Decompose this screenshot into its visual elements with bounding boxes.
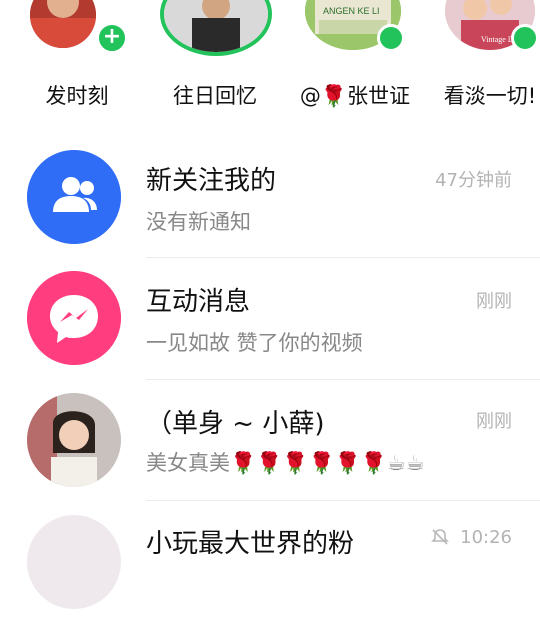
mute-icon: [431, 528, 449, 546]
list-item-interactions[interactable]: 互动消息 一见如故 赞了你的视频 刚刚: [0, 271, 540, 392]
svg-text:ANGEN KE LI: ANGEN KE LI: [323, 6, 380, 16]
avatar: [27, 515, 121, 609]
divider: [146, 379, 540, 380]
row-subtitle: 一见如故 赞了你的视频: [146, 331, 363, 355]
row-time: 47分钟前: [435, 170, 512, 191]
online-status-icon: [377, 24, 405, 52]
row-time: 刚刚: [476, 411, 512, 432]
story-label: 往日回忆: [173, 84, 257, 108]
list-item-new-followers[interactable]: 新关注我的 没有新通知 47分钟前: [0, 150, 540, 271]
list-item-fan-group[interactable]: 小玩最大世界的粉 10:26: [0, 515, 540, 636]
users-icon: [27, 150, 121, 244]
row-subtitle: 美女真美🌹🌹🌹🌹🌹🌹☕☕: [146, 451, 425, 475]
divider: [146, 500, 540, 501]
avatar: [160, 0, 272, 56]
list-item-chat-xiaoxue[interactable]: （单身 ~ 小薛) 美女真美🌹🌹🌹🌹🌹🌹☕☕ 刚刚: [0, 393, 540, 514]
row-title: 小玩最大世界的粉: [146, 529, 355, 559]
row-time: 10:26: [460, 527, 512, 548]
story-item-publish[interactable]: + 发时刻: [30, 0, 140, 120]
message-icon: [27, 271, 121, 365]
avatar: [30, 0, 96, 48]
avatar: [27, 393, 121, 487]
row-title: （单身 ~ 小薛): [146, 409, 325, 439]
row-title: 新关注我的: [146, 166, 277, 196]
story-item-zhang[interactable]: ANGEN KE LI @🌹张世证: [300, 0, 415, 120]
story-item-memories[interactable]: 往日回忆: [160, 0, 272, 120]
story-item-kandan[interactable]: Vintage Dream 看淡一切!: [444, 0, 540, 120]
story-label: 看淡一切!: [443, 84, 537, 108]
add-story-icon[interactable]: +: [96, 22, 128, 54]
online-status-icon: [511, 24, 539, 52]
row-time: 刚刚: [476, 291, 512, 312]
story-label: 发时刻: [45, 84, 109, 108]
row-title: 互动消息: [146, 287, 251, 317]
story-label: @🌹张世证: [299, 84, 411, 108]
divider: [146, 257, 540, 258]
row-subtitle: 没有新通知: [146, 210, 251, 234]
